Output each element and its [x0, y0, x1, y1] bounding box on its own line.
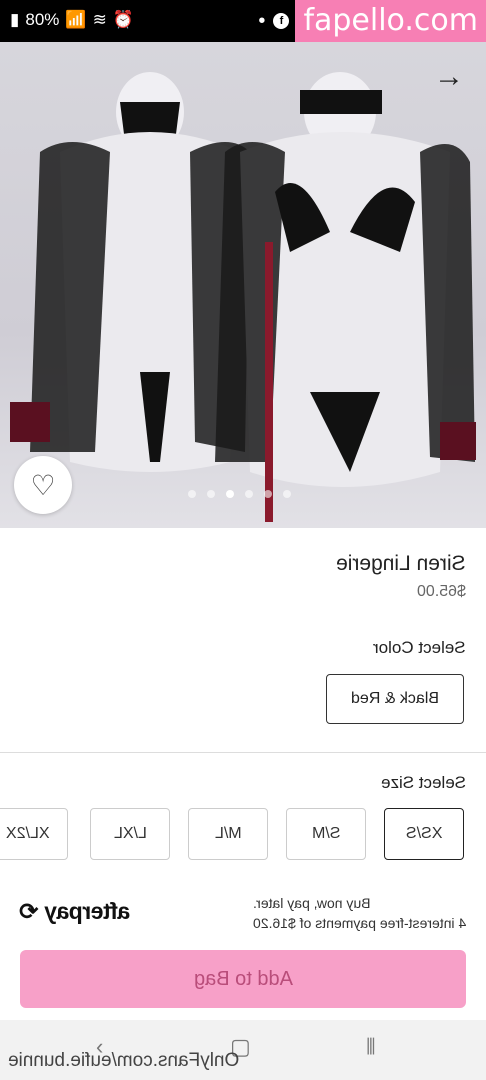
add-to-bag-label: Add to Bag — [193, 967, 293, 990]
color-option-button[interactable]: Black & Red — [326, 674, 464, 724]
carousel-dot[interactable] — [245, 490, 253, 498]
carousel-dot[interactable] — [264, 490, 272, 498]
size-option-m-l[interactable]: M/L — [188, 808, 268, 860]
alarm-icon: ⏰ — [112, 10, 134, 29]
product-image[interactable]: → ♡ — [0, 42, 486, 528]
select-size-label: Select Size — [380, 773, 466, 792]
afterpay-info: Buy now, pay later. 4 interest-free paym… — [253, 893, 466, 933]
size-option-l-xl[interactable]: L/XL — [90, 808, 170, 860]
carousel-dot-active[interactable] — [226, 490, 234, 498]
signal-icon: 📶 — [65, 10, 87, 29]
status-bar: ▮ 80% 📶 ≋ ⏰ • f fapello.com — [0, 0, 486, 42]
notification-dot-icon: • — [258, 9, 266, 32]
carousel-dot[interactable] — [283, 490, 291, 498]
share-arrow-icon[interactable]: → — [434, 60, 464, 94]
select-color-label: Select Color — [373, 638, 466, 657]
facebook-icon: f — [273, 13, 290, 29]
afterpay-logo[interactable]: afterpay ⟲ — [20, 898, 130, 925]
size-option-s-m[interactable]: S/M — [286, 808, 366, 860]
size-option-xs-s[interactable]: XS/S — [384, 808, 464, 860]
status-icons: ▮ 80% 📶 ≋ ⏰ — [10, 10, 134, 30]
battery-icon: ▮ — [10, 10, 20, 29]
recent-apps-icon[interactable]: ⦀ — [366, 1034, 376, 1060]
battery-level: 80% — [25, 10, 60, 29]
divider — [0, 752, 486, 753]
wifi-icon: ≋ — [92, 10, 107, 29]
size-option-xl-2x[interactable]: XL/2X — [0, 808, 68, 860]
image-carousel-dots[interactable] — [188, 490, 291, 498]
product-name: Siren Lingerie — [336, 552, 466, 575]
add-to-bag-button[interactable]: Add to Bag — [20, 950, 466, 1008]
afterpay-line1: Buy now, pay later. — [252, 895, 371, 911]
carousel-dot[interactable] — [207, 490, 215, 498]
favorite-heart-icon[interactable]: ♡ — [14, 456, 72, 514]
afterpay-line2: 4 interest-free payments of $16.20 — [252, 915, 466, 931]
watermark: fapello.com — [295, 0, 486, 42]
size-options: XS/S S/M M/L L/XL XL/2X — [0, 808, 486, 860]
product-price: $65.00 — [417, 583, 466, 600]
color-option-label: Black & Red — [350, 690, 440, 707]
onlyfans-watermark: OnlyFans.com/eufie.bunnie — [8, 1050, 240, 1071]
product-photo — [10, 72, 476, 522]
carousel-dot[interactable] — [188, 490, 196, 498]
